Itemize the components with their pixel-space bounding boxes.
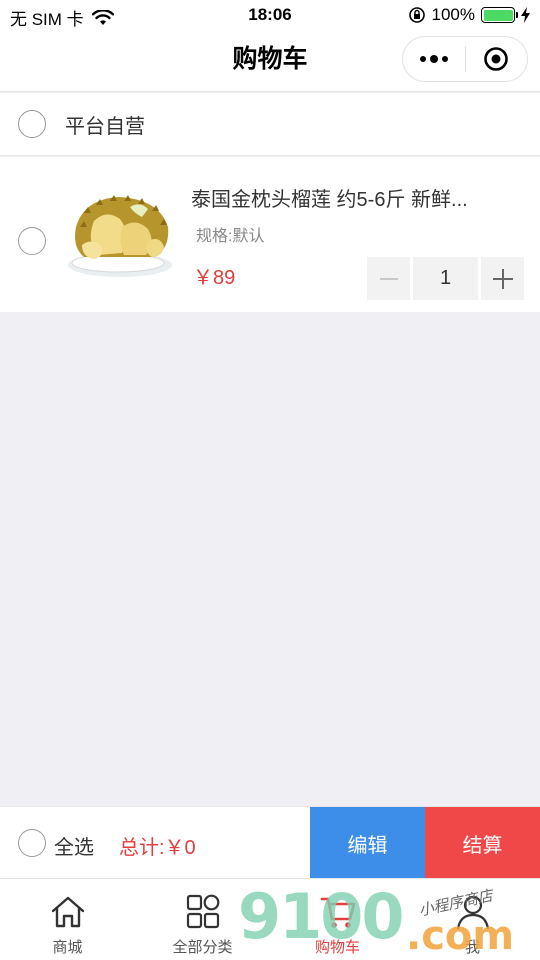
increase-button[interactable] xyxy=(481,257,524,300)
tab-bar: 商城 全部分类 购物车 我 xyxy=(0,878,540,960)
tab-me[interactable]: 我 xyxy=(405,879,540,960)
checkout-button[interactable]: 结算 xyxy=(425,807,540,879)
target-icon xyxy=(484,47,509,71)
tab-label: 购物车 xyxy=(314,939,360,956)
close-mini-program-button[interactable] xyxy=(466,37,528,81)
item-checkbox[interactable] xyxy=(18,227,46,255)
item-title[interactable]: 泰国金枕头榴莲 约5-6斤 新鲜... xyxy=(191,183,511,212)
tab-label: 商城 xyxy=(52,939,83,956)
decrease-button[interactable] xyxy=(367,257,410,300)
minus-icon xyxy=(379,277,398,280)
status-right: 100% xyxy=(408,5,530,25)
status-bar: 无 SIM 卡 18:06 100% xyxy=(0,0,540,30)
more-button[interactable] xyxy=(403,37,465,81)
charging-icon xyxy=(521,7,530,23)
store-row: 平台自营 xyxy=(0,93,540,156)
grid-icon xyxy=(186,894,219,929)
select-all-checkbox[interactable] xyxy=(18,829,46,857)
checkout-bar: 全选 总计:￥0 编辑 结算 xyxy=(0,806,540,879)
tab-label: 全部分类 xyxy=(172,939,233,956)
orientation-lock-icon xyxy=(408,7,425,23)
store-name: 平台自营 xyxy=(65,115,145,138)
mini-program-capsule xyxy=(402,36,528,82)
battery-icon xyxy=(481,7,518,23)
home-icon xyxy=(51,896,84,928)
total-amount: 总计:￥0 xyxy=(119,837,196,859)
tab-categories[interactable]: 全部分类 xyxy=(135,879,270,960)
item-price: ￥89 xyxy=(193,267,236,289)
user-icon xyxy=(456,895,489,930)
tab-cart[interactable]: 购物车 xyxy=(270,879,405,960)
store-checkbox[interactable] xyxy=(18,110,46,138)
item-spec: 规格:默认 xyxy=(196,228,265,245)
edit-button[interactable]: 编辑 xyxy=(310,807,425,879)
plus-icon xyxy=(492,268,513,289)
quantity-stepper: 1 xyxy=(367,257,524,300)
cart-icon xyxy=(320,897,355,928)
more-dots-icon xyxy=(419,55,448,63)
tab-home[interactable]: 商城 xyxy=(0,879,135,960)
durian-image[interactable] xyxy=(64,187,179,282)
quantity-value[interactable]: 1 xyxy=(413,257,478,300)
nav-bar: 购物车 xyxy=(0,30,540,92)
tab-label: 我 xyxy=(464,939,480,956)
battery-percent: 100% xyxy=(431,5,475,24)
select-all-label[interactable]: 全选 xyxy=(54,831,94,860)
battery-fill xyxy=(483,9,513,21)
cart-item: 泰国金枕头榴莲 约5-6斤 新鲜... 规格:默认 ￥89 1 xyxy=(0,157,540,312)
